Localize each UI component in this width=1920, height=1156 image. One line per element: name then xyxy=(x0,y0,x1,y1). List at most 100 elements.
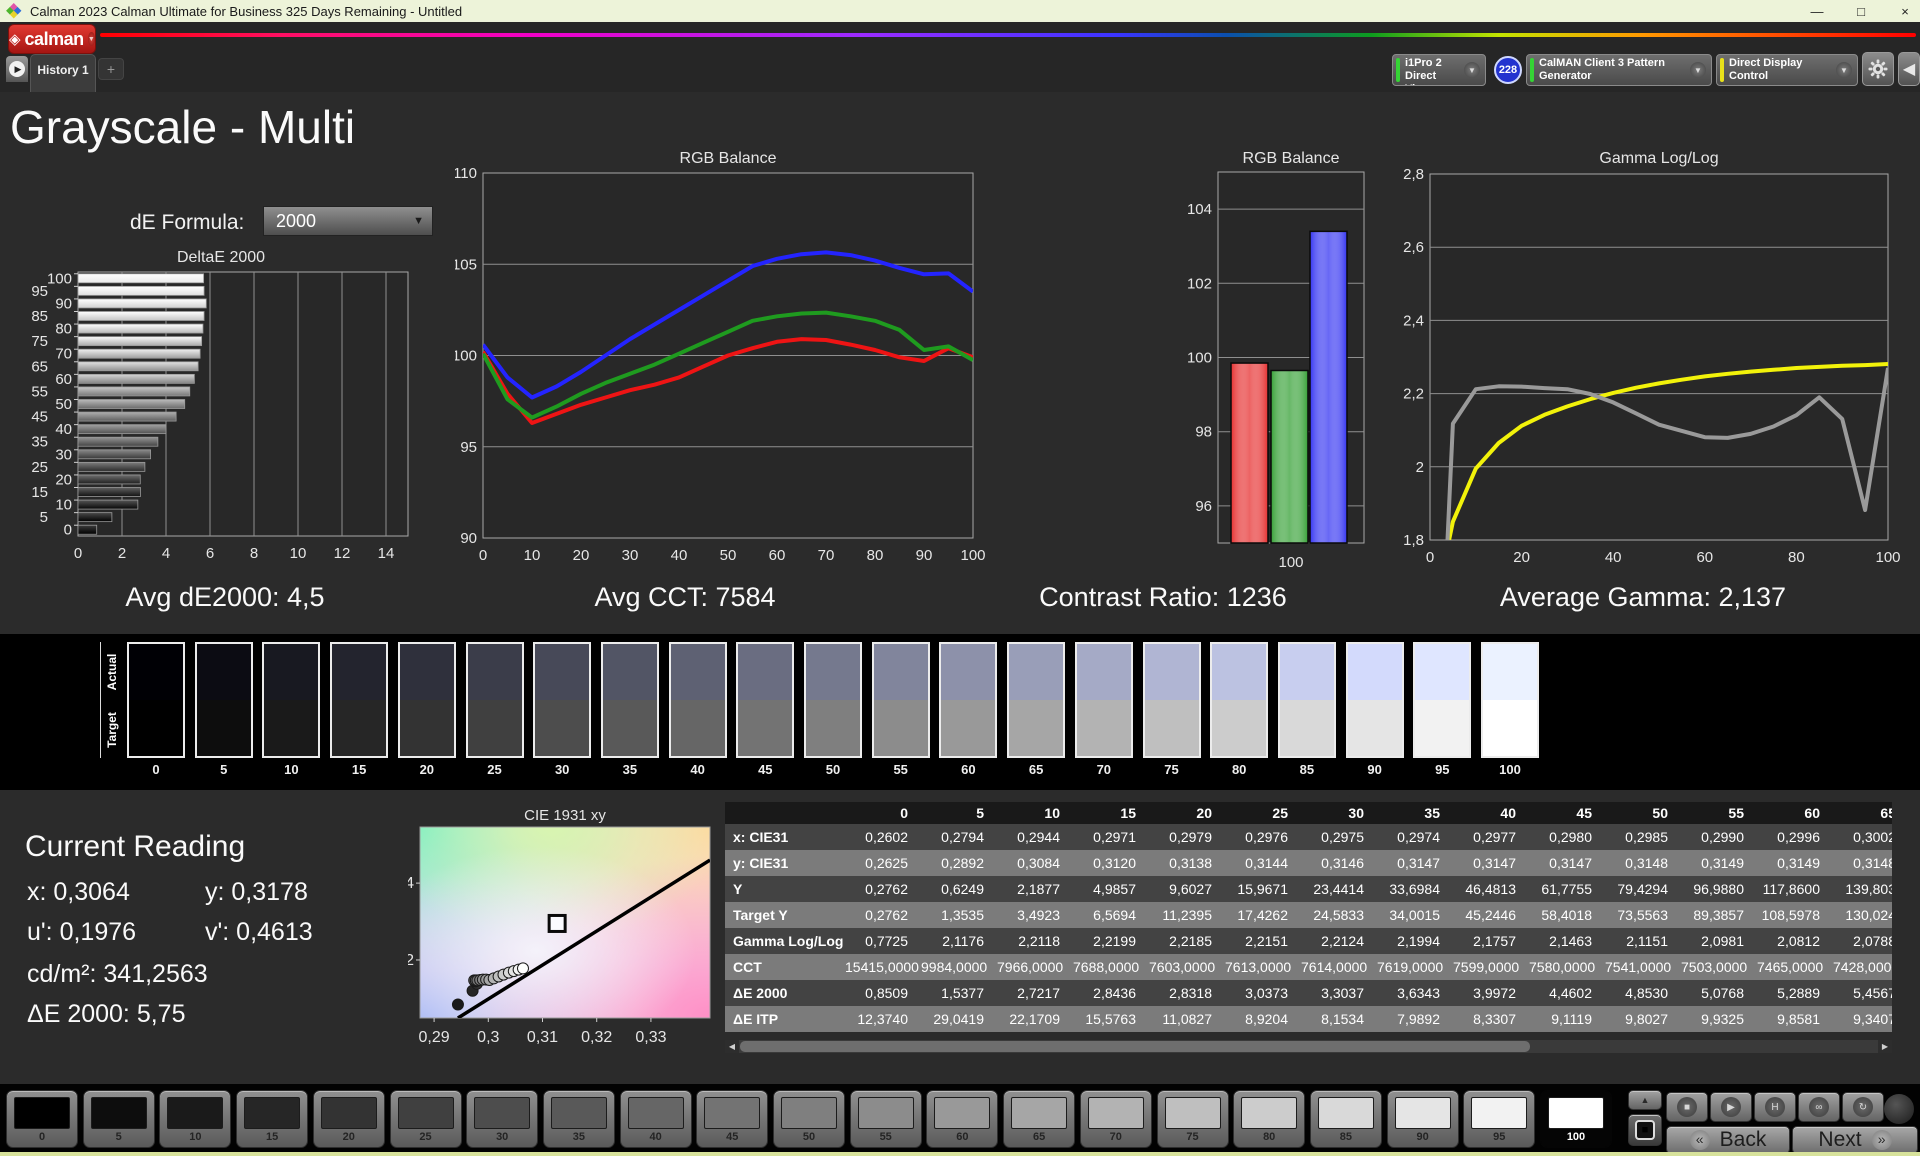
minimize-button[interactable]: — xyxy=(1808,4,1826,19)
pattern-generator-dropdown-icon[interactable]: ▼ xyxy=(1690,62,1706,78)
back-button[interactable]: « Back xyxy=(1666,1126,1790,1154)
deltae-bar-chart: DeltaE 200005101520253035404550556065707… xyxy=(20,240,440,575)
axis-label: 100 xyxy=(1278,554,1303,571)
pattern-window-toggle-button[interactable]: ■ xyxy=(1628,1114,1662,1146)
deltae-bar-10 xyxy=(78,500,138,509)
pattern-button-20[interactable]: 20 xyxy=(313,1090,385,1148)
pattern-button-25[interactable]: 25 xyxy=(390,1090,462,1148)
swatch-actual-90 xyxy=(1348,644,1402,700)
table-cell: 2,1994 xyxy=(1377,933,1453,949)
swatch-label-55: 55 xyxy=(872,762,930,777)
deltae-bar-50 xyxy=(78,400,185,409)
axis-label: 40 xyxy=(671,547,688,564)
axis-label: 4 xyxy=(162,545,170,562)
swatch-target-55 xyxy=(874,700,928,756)
swatch-label-80: 80 xyxy=(1210,762,1268,777)
next-button[interactable]: Next » xyxy=(1792,1126,1918,1154)
pattern-button-50[interactable]: 50 xyxy=(773,1090,845,1148)
pattern-button-85[interactable]: 85 xyxy=(1310,1090,1382,1148)
swatch-actual-25 xyxy=(468,644,522,700)
swatch-actual-75 xyxy=(1145,644,1199,700)
meter-reading-badge[interactable]: 228 xyxy=(1494,56,1522,84)
page-title: Grayscale - Multi xyxy=(10,100,355,154)
settings-button[interactable] xyxy=(1862,52,1894,86)
axis-label: 2,2 xyxy=(1403,386,1424,403)
axis-label: 2,4 xyxy=(1403,312,1424,329)
swatch-target-0 xyxy=(129,700,183,756)
swatch-target-45 xyxy=(738,700,792,756)
scroll-left-icon[interactable]: ◀ xyxy=(725,1040,739,1053)
meter-button[interactable]: X-Rite i1Pro 2Direct View ▼ xyxy=(1392,54,1486,86)
avg-cct-readout: Avg CCT: 7584 xyxy=(535,582,835,613)
rgb-balance-bar-chart: RGB Balance9698100102104100 xyxy=(1185,145,1385,580)
axis-label: 0,29 xyxy=(419,1029,450,1046)
calman-wordmark: calman xyxy=(25,29,84,50)
continuous-button[interactable]: ∞ xyxy=(1798,1092,1840,1122)
workflow-expander-button[interactable]: ▶ xyxy=(6,56,28,82)
play-button[interactable]: ▶ xyxy=(1710,1092,1752,1122)
table-cell: 3,4923 xyxy=(997,907,1073,923)
pattern-button-35[interactable]: 35 xyxy=(543,1090,615,1148)
swatch-label-15: 15 xyxy=(330,762,388,777)
scrollbar-thumb[interactable] xyxy=(740,1041,1530,1052)
calman-menu-dropdown-icon[interactable]: ▼ xyxy=(88,32,95,46)
swatch-target-95 xyxy=(1415,700,1469,756)
contrast-ratio-readout: Contrast Ratio: 1236 xyxy=(1013,582,1313,613)
pattern-button-10[interactable]: 10 xyxy=(159,1090,231,1148)
swatch-label-85: 85 xyxy=(1278,762,1336,777)
pattern-button-60[interactable]: 60 xyxy=(926,1090,998,1148)
pattern-window-button[interactable]: H xyxy=(1754,1092,1796,1122)
table-cell: 0,3147 xyxy=(1453,855,1529,871)
deltae-bar-55 xyxy=(78,387,190,396)
swatch-actual-50 xyxy=(806,644,860,700)
stop-button[interactable]: ■ xyxy=(1666,1092,1708,1122)
add-tab-button[interactable]: + xyxy=(98,58,124,80)
measurement-point-10 xyxy=(452,999,463,1010)
pattern-button-40[interactable]: 40 xyxy=(620,1090,692,1148)
axis-label: 2 xyxy=(1416,459,1424,476)
meter-dropdown-icon[interactable]: ▼ xyxy=(1464,62,1480,78)
pattern-button-55[interactable]: 55 xyxy=(850,1090,922,1148)
calman-menu-button[interactable]: ◈ calman ▼ xyxy=(8,24,96,54)
table-cell: 7599,0000 xyxy=(1453,959,1529,975)
table-col-header-50: 50 xyxy=(1605,805,1681,821)
pattern-swatch-30 xyxy=(474,1097,530,1129)
pattern-button-5[interactable]: 5 xyxy=(83,1090,155,1148)
axis-label: 100 xyxy=(1875,549,1900,566)
collapse-panel-button[interactable]: ◀ xyxy=(1898,52,1920,86)
table-scrollbar[interactable]: ◀ ▶ xyxy=(725,1040,1892,1053)
pattern-button-95[interactable]: 95 xyxy=(1463,1090,1535,1148)
pattern-generator-button[interactable]: CalMAN Client 3 Pattern Generator ▼ xyxy=(1526,54,1712,86)
maximize-button[interactable]: □ xyxy=(1852,4,1870,19)
de-formula-select[interactable]: 2000 ▼ xyxy=(263,206,433,236)
swatch-5 xyxy=(195,642,253,758)
table-cell: 117,8600 xyxy=(1757,881,1833,897)
pattern-button-100[interactable]: 100 xyxy=(1540,1090,1612,1148)
pattern-button-75[interactable]: 75 xyxy=(1157,1090,1229,1148)
axis-label: 90 xyxy=(916,547,933,564)
pattern-button-90[interactable]: 90 xyxy=(1387,1090,1459,1148)
pattern-button-80[interactable]: 80 xyxy=(1233,1090,1305,1148)
measurement-point-100 xyxy=(517,963,528,974)
scroll-right-icon[interactable]: ▶ xyxy=(1878,1040,1892,1053)
pattern-swatch-40 xyxy=(628,1097,684,1129)
stop-icon: ■ xyxy=(1677,1097,1697,1117)
pattern-button-0[interactable]: 0 xyxy=(6,1090,78,1148)
pattern-button-65[interactable]: 65 xyxy=(1003,1090,1075,1148)
axis-label: 0,32 xyxy=(581,1029,612,1046)
loop-button[interactable]: ↻ xyxy=(1842,1092,1884,1122)
table-cell: 0,2944 xyxy=(997,829,1073,845)
pattern-button-30[interactable]: 30 xyxy=(466,1090,538,1148)
table-cell: 33,6984 xyxy=(1377,881,1453,897)
pattern-swatch-15 xyxy=(244,1097,300,1129)
tab-history-1[interactable]: History 1 xyxy=(30,54,96,92)
swatch-70 xyxy=(1075,642,1133,758)
display-control-dropdown-icon[interactable]: ▼ xyxy=(1836,62,1852,78)
pattern-level-up-button[interactable]: ▲ xyxy=(1628,1090,1662,1110)
swatch-label-75: 75 xyxy=(1143,762,1201,777)
pattern-button-70[interactable]: 70 xyxy=(1080,1090,1152,1148)
pattern-button-15[interactable]: 15 xyxy=(236,1090,308,1148)
close-button[interactable]: × xyxy=(1896,4,1914,19)
display-control-button[interactable]: Direct Display Control ▼ xyxy=(1716,54,1858,86)
pattern-button-45[interactable]: 45 xyxy=(696,1090,768,1148)
